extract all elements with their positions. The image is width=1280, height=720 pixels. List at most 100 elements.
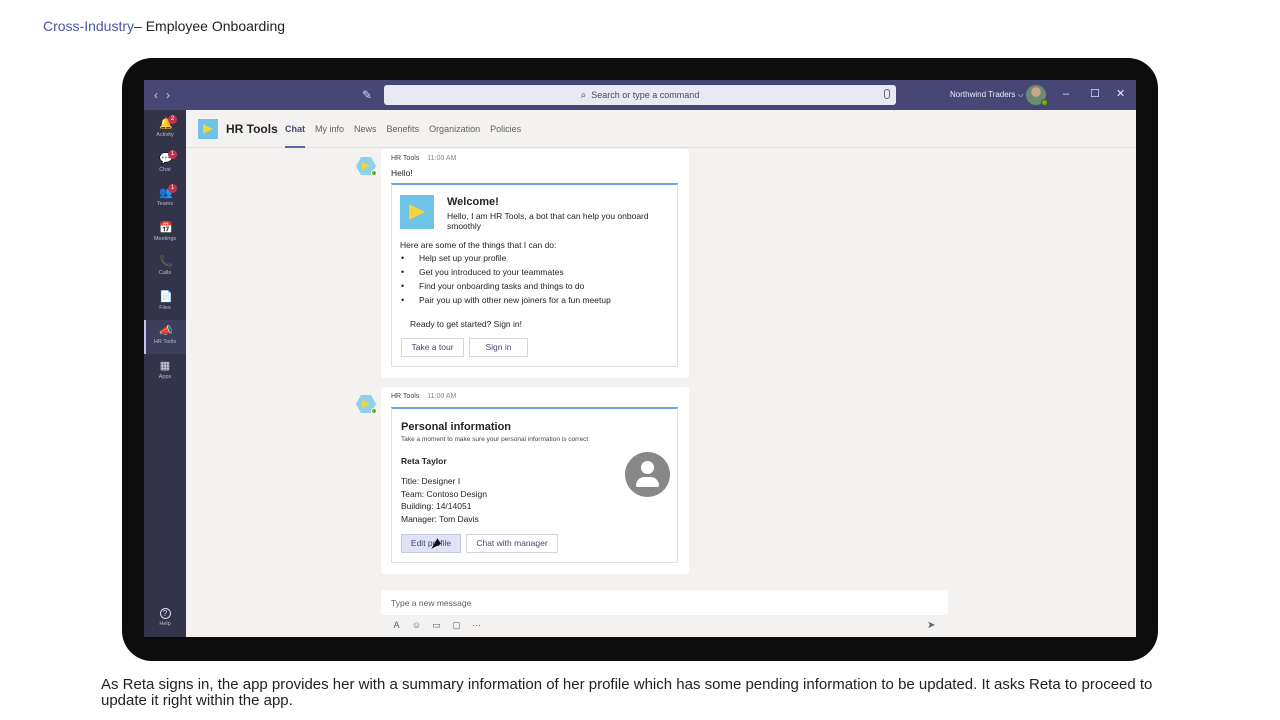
timestamp: 11:00 AM bbox=[427, 393, 457, 400]
welcome-card: Welcome! Hello, I am HR Tools, a bot tha… bbox=[391, 183, 678, 367]
notification-badge: 1 bbox=[168, 149, 177, 159]
forward-arrow-icon[interactable]: › bbox=[166, 88, 170, 102]
more-icon[interactable]: ··· bbox=[471, 620, 482, 631]
card-cta: Ready to get started? Sign in! bbox=[410, 319, 522, 329]
rail-item-apps[interactable]: ▦ Apps bbox=[144, 355, 186, 389]
slide: Cross-Industry– Employee Onboarding ‹ › … bbox=[0, 0, 1280, 720]
rail-item-chat[interactable]: 💬 Chat 1 bbox=[144, 148, 186, 182]
gif-icon[interactable]: ▭ bbox=[431, 620, 442, 631]
slide-title: Cross-Industry– Employee Onboarding bbox=[43, 18, 285, 34]
close-icon[interactable]: ✕ bbox=[1116, 88, 1125, 100]
tab-chat[interactable]: Chat bbox=[285, 124, 305, 148]
rail-item-label: Meetings bbox=[153, 235, 177, 242]
file-icon: 📄 bbox=[159, 290, 173, 303]
tab-news[interactable]: News bbox=[354, 124, 377, 148]
megaphone-icon bbox=[400, 195, 434, 229]
employee-name: Reta Taylor bbox=[401, 456, 447, 466]
format-icon[interactable]: A bbox=[391, 620, 402, 631]
presence-dot bbox=[1041, 99, 1048, 106]
list-item: Help set up your profile bbox=[392, 253, 611, 267]
sender-name: HR Tools bbox=[391, 393, 420, 400]
notification-badge: 2 bbox=[168, 115, 177, 124]
title-bar: ‹ › ✎ ⌕ Search or type a command Northwi… bbox=[144, 80, 1136, 110]
slide-caption: As Reta signs in, the app provides her w… bbox=[101, 676, 1153, 709]
app-header: HR Tools Chat My info News Benefits Organiza… bbox=[186, 110, 1136, 148]
compose-toolbar: A ☺ ▭ ▢ ··· bbox=[391, 620, 482, 631]
message-meta: HR Tools 11:00 AM bbox=[391, 393, 456, 400]
notification-badge: 1 bbox=[168, 184, 177, 193]
rail-item-teams[interactable]: 👥 Teams 1 bbox=[144, 182, 186, 216]
org-switcher[interactable]: Northwind Traders ⌵ bbox=[950, 90, 1024, 100]
rail-item-label: Activity bbox=[156, 132, 174, 138]
teams-window: ‹ › ✎ ⌕ Search or type a command Northwi… bbox=[144, 80, 1136, 637]
app-rail: 🔔 Activity 2 💬 Chat 1 👥 Teams 1 📅 Meetings 📞 Calls 📄 F… bbox=[144, 110, 186, 637]
card-title: Personal information bbox=[401, 421, 512, 433]
take-a-tour-button[interactable]: Take a tour bbox=[401, 338, 464, 357]
search-bar[interactable]: ⌕ Search or type a command bbox=[384, 85, 896, 105]
person-avatar-icon bbox=[625, 452, 670, 497]
slide-breadcrumb[interactable]: Cross-Industry bbox=[43, 18, 134, 34]
rail-item-label: Apps bbox=[158, 373, 172, 380]
tab-policies[interactable]: Policies bbox=[490, 124, 521, 148]
message-meta: HR Tools 11:00 AM bbox=[391, 155, 456, 162]
tab-organization[interactable]: Organization bbox=[429, 124, 480, 148]
message-input[interactable] bbox=[391, 596, 931, 609]
rail-item-label: HR Tools bbox=[153, 339, 177, 345]
rail-item-hr-tools[interactable]: 📣 HR Tools bbox=[144, 320, 186, 354]
nav-arrows: ‹ › bbox=[154, 88, 170, 102]
chat-with-manager-button[interactable]: Chat with manager bbox=[466, 534, 558, 553]
message-bubble: HR Tools 11:00 AM Hello! Welcome! Hello, … bbox=[381, 149, 689, 378]
rail-item-label: Chat bbox=[159, 166, 171, 173]
rail-item-help[interactable]: ? Help bbox=[144, 603, 186, 637]
back-arrow-icon[interactable]: ‹ bbox=[154, 88, 158, 102]
search-placeholder: Search or type a command bbox=[591, 90, 700, 100]
rail-item-label: Calls bbox=[158, 270, 172, 276]
personal-info-card: Personal information Take a moment to ma… bbox=[391, 407, 678, 563]
tab-benefits[interactable]: Benefits bbox=[387, 124, 420, 148]
tab-my-info[interactable]: My info bbox=[315, 124, 344, 148]
list-item: Find your onboarding tasks and things to… bbox=[392, 281, 611, 295]
app-tabs: Chat My info News Benefits Organization Polic… bbox=[285, 124, 531, 148]
rail-item-files[interactable]: 📄 Files bbox=[144, 286, 186, 320]
slide-heading: – Employee Onboarding bbox=[134, 18, 286, 34]
app-name: HR Tools bbox=[226, 122, 278, 136]
list-item: Get you introduced to your teammates bbox=[392, 267, 611, 281]
phone-icon: 📞 bbox=[159, 256, 173, 268]
card-subtitle: Take a moment to make sure your personal… bbox=[401, 436, 589, 443]
apps-icon: ▦ bbox=[159, 359, 171, 372]
emoji-icon[interactable]: ☺ bbox=[411, 620, 422, 631]
send-icon[interactable]: ➤ bbox=[927, 620, 935, 631]
field-team: Team: Contoso Design bbox=[401, 489, 487, 499]
presence-dot bbox=[371, 408, 377, 414]
calendar-icon: 📅 bbox=[159, 221, 173, 234]
help-icon: ? bbox=[159, 608, 171, 619]
bot-avatar[interactable] bbox=[356, 394, 377, 414]
new-chat-icon[interactable]: ✎ bbox=[360, 88, 374, 102]
field-title: Title: Designer I bbox=[401, 476, 461, 486]
message-text: Hello! bbox=[391, 168, 413, 178]
rail-item-calls[interactable]: 📞 Calls bbox=[144, 251, 186, 285]
sign-in-button[interactable]: Sign in bbox=[469, 338, 528, 357]
timestamp: 11:00 AM bbox=[427, 155, 457, 162]
search-icon: ⌕ bbox=[580, 89, 587, 101]
card-intro: Hello, I am HR Tools, a bot that can hel… bbox=[447, 211, 649, 231]
microphone-icon[interactable] bbox=[884, 89, 890, 99]
card-title: Welcome! bbox=[447, 196, 499, 208]
bot-avatar[interactable] bbox=[356, 156, 377, 176]
minimize-icon[interactable]: – bbox=[1063, 88, 1069, 100]
field-building: Building: 14/14051 bbox=[401, 501, 472, 511]
hr-tools-logo-icon bbox=[198, 119, 218, 139]
user-avatar[interactable] bbox=[1026, 85, 1048, 106]
rail-item-meetings[interactable]: 📅 Meetings bbox=[144, 217, 186, 251]
rail-item-label: Teams bbox=[156, 201, 174, 207]
compose-box[interactable] bbox=[381, 590, 948, 615]
rail-item-label: Files bbox=[159, 304, 171, 311]
sticker-icon[interactable]: ▢ bbox=[451, 620, 462, 631]
megaphone-icon: 📣 bbox=[159, 325, 173, 337]
presence-dot bbox=[371, 170, 377, 176]
sender-name: HR Tools bbox=[391, 155, 420, 162]
rail-item-activity[interactable]: 🔔 Activity 2 bbox=[144, 113, 186, 147]
edit-profile-button[interactable]: Edit profile bbox=[401, 534, 461, 553]
maximize-icon[interactable]: ☐ bbox=[1090, 88, 1100, 100]
list-item: Pair you up with other new joiners for a… bbox=[392, 295, 611, 309]
